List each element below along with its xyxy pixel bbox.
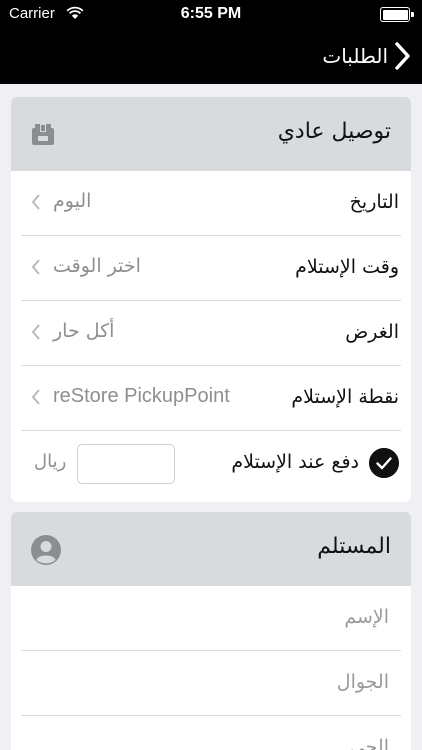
- purpose-label: الغرض: [345, 321, 399, 343]
- pickup-time-row[interactable]: وقت الإستلام اختر الوقت: [21, 236, 401, 301]
- cod-label: دفع عند الإستلام: [231, 451, 359, 473]
- battery-icon: [380, 7, 414, 22]
- chevron-left-icon: [31, 324, 40, 340]
- checkmark-icon[interactable]: [369, 448, 399, 478]
- delivery-card-header: توصيل عادي: [11, 97, 411, 171]
- mobile-field[interactable]: الجوال: [21, 651, 401, 716]
- chevron-left-icon: [31, 194, 40, 210]
- name-field[interactable]: الإسم: [21, 586, 401, 651]
- delivery-card: توصيل عادي التاريخ اليوم وقت الإستلام اخ…: [11, 97, 411, 502]
- date-value: اليوم: [53, 190, 92, 212]
- pickup-point-label: نقطة الإستلام: [291, 386, 399, 408]
- pickup-point-row[interactable]: نقطة الإستلام reStore PickupPoint: [21, 366, 401, 431]
- date-label: التاريخ: [349, 191, 399, 213]
- status-bar: Carrier 6:55 PM: [0, 0, 422, 28]
- package-icon: [32, 124, 54, 145]
- cod-currency-label: ريال: [34, 451, 67, 472]
- recipient-card: المستلم الإسم الجوال الحي: [11, 512, 411, 750]
- chevron-right-icon: [395, 42, 410, 70]
- name-placeholder: الإسم: [344, 606, 389, 628]
- purpose-value: أكل حار: [53, 320, 115, 342]
- clock: 6:55 PM: [180, 5, 242, 22]
- back-button[interactable]: الطلبات: [322, 38, 412, 74]
- pickup-time-label: وقت الإستلام: [295, 256, 399, 278]
- pickup-time-value: اختر الوقت: [53, 255, 141, 277]
- recipient-title: المستلم: [317, 534, 391, 559]
- recipient-card-header: المستلم: [11, 512, 411, 586]
- chevron-left-icon: [31, 389, 40, 405]
- top-bar: Carrier 6:55 PM الطلبات: [0, 0, 422, 84]
- district-field[interactable]: الحي: [21, 716, 401, 750]
- district-placeholder: الحي: [349, 736, 389, 750]
- cod-amount-input[interactable]: [77, 444, 175, 484]
- date-row[interactable]: التاريخ اليوم: [21, 171, 401, 236]
- pickup-point-value: reStore PickupPoint: [53, 385, 230, 407]
- mobile-placeholder: الجوال: [336, 671, 389, 693]
- purpose-row[interactable]: الغرض أكل حار: [21, 301, 401, 366]
- person-icon: [31, 535, 61, 565]
- back-label: الطلبات: [322, 44, 388, 68]
- cod-row: دفع عند الإستلام ريال: [21, 431, 401, 496]
- chevron-left-icon: [31, 259, 40, 275]
- delivery-title: توصيل عادي: [277, 119, 391, 144]
